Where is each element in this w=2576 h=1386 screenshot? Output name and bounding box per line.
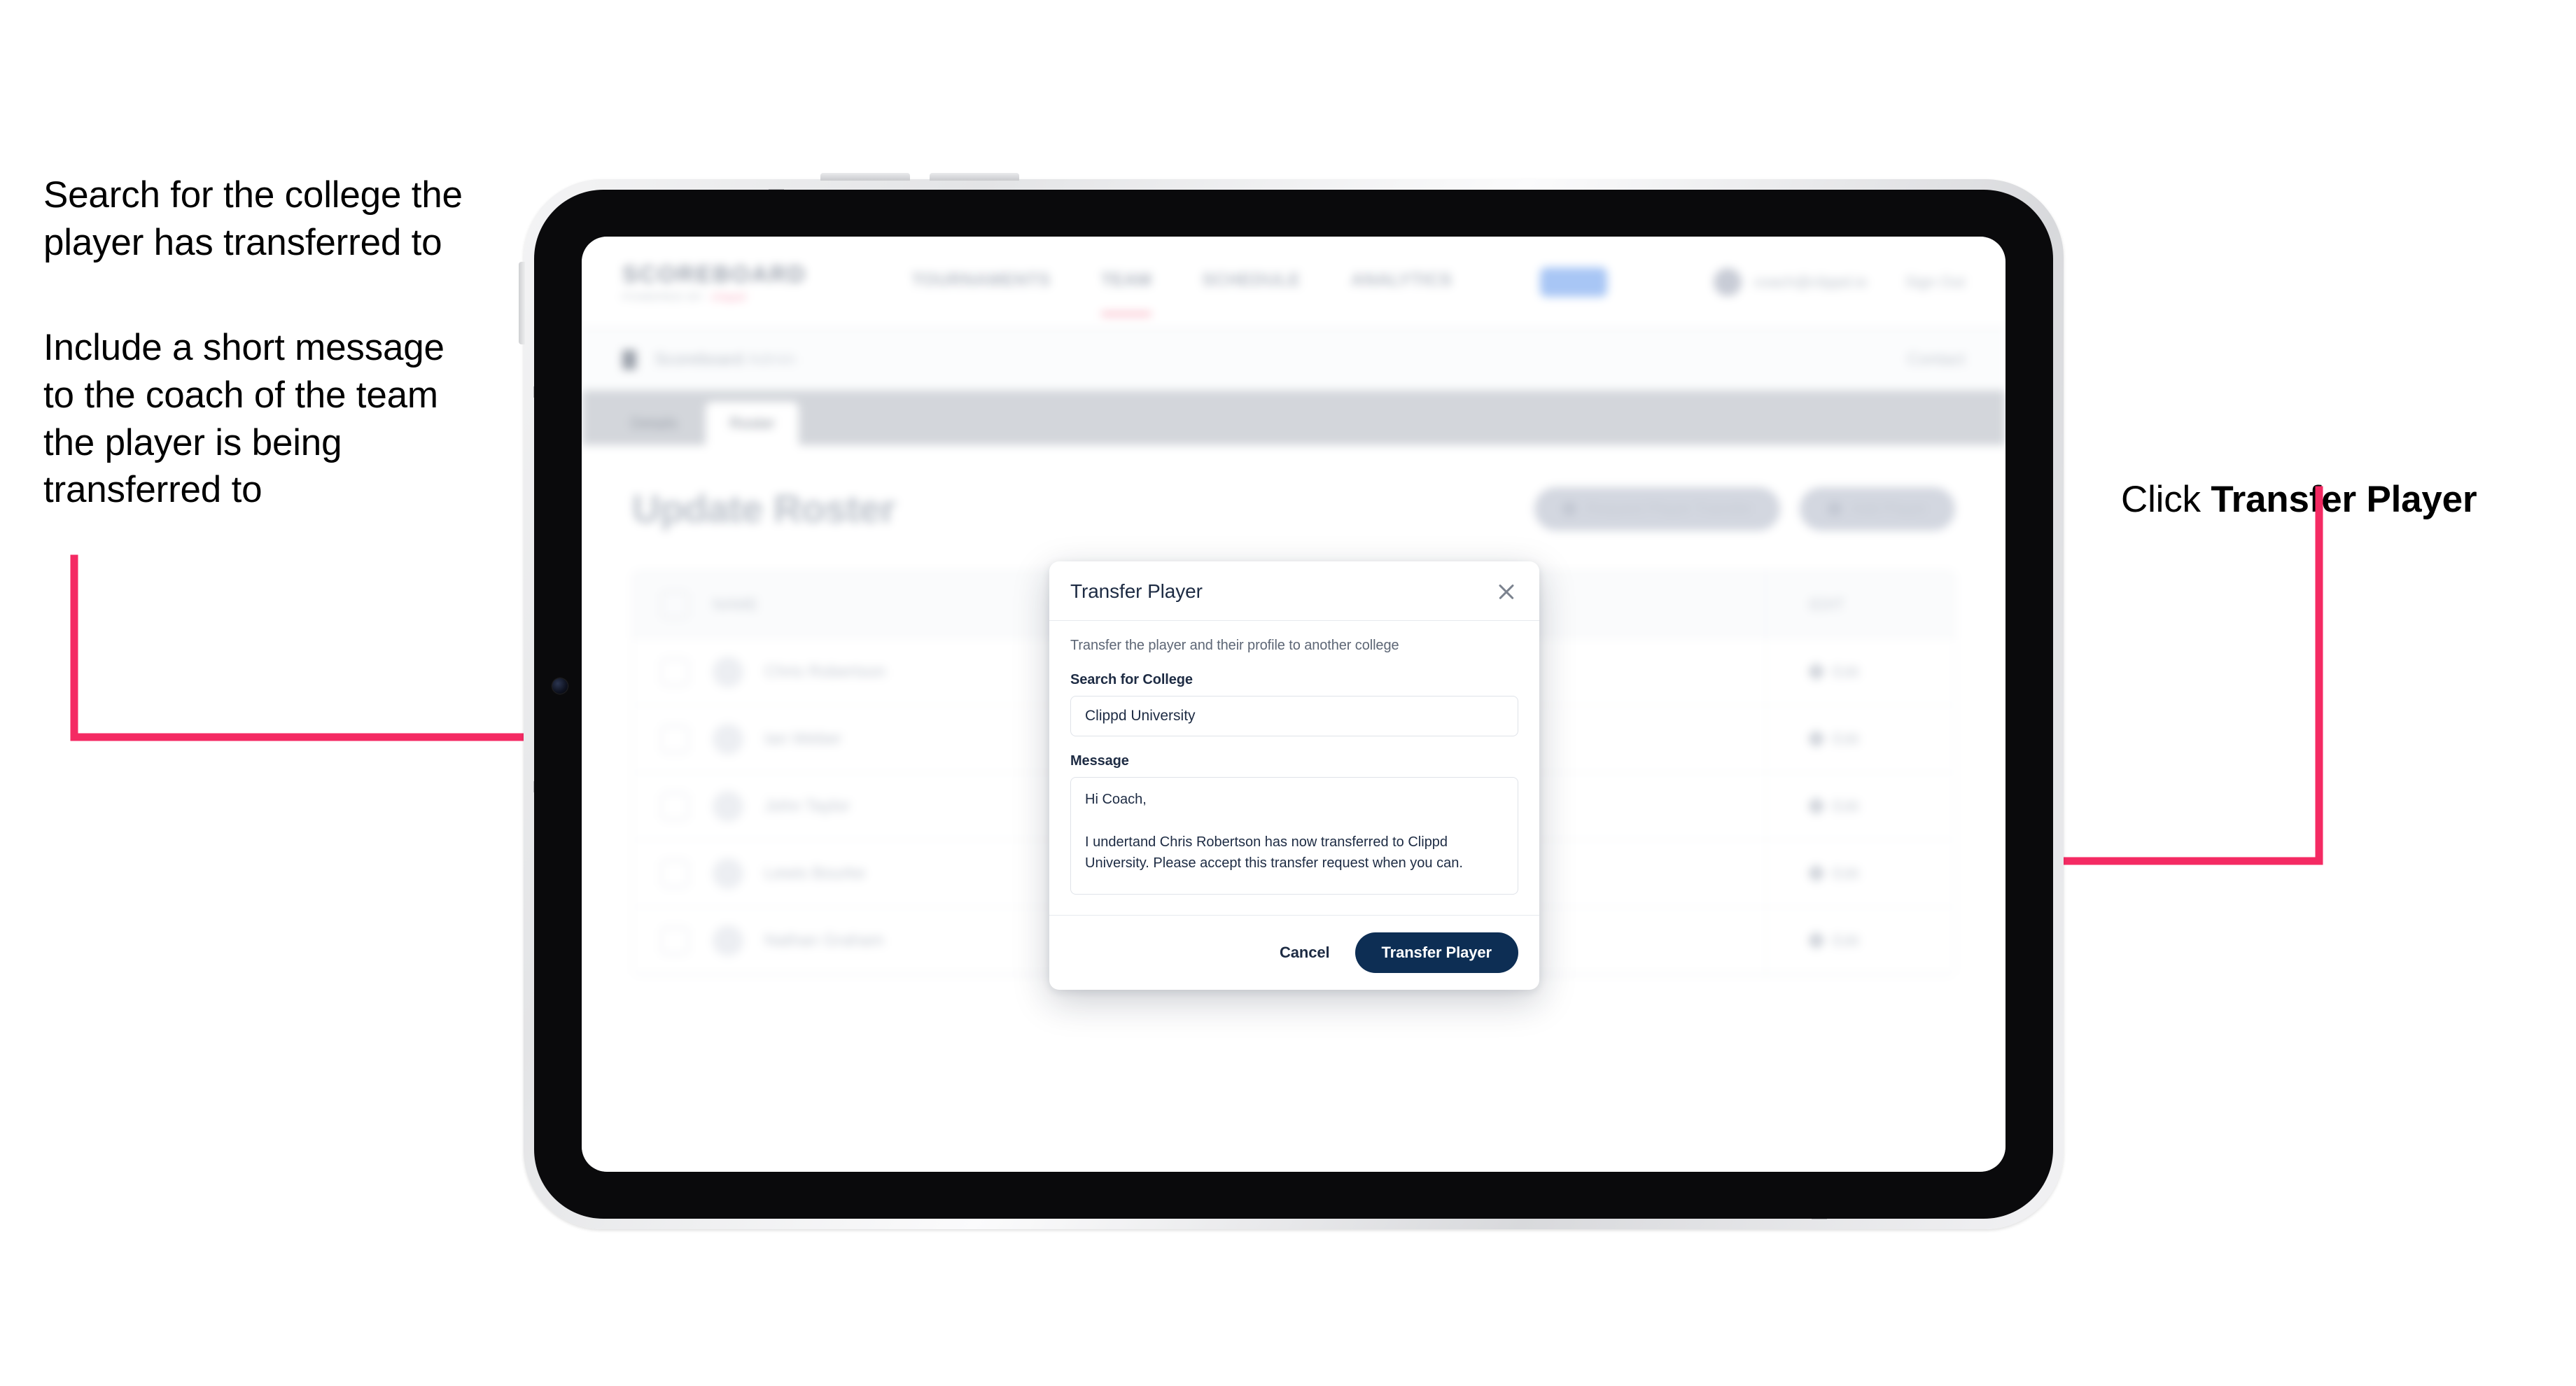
breadcrumb-root: Scoreboard [654,349,744,369]
row-edit-label: Edit [1833,864,1859,882]
search-college-input[interactable] [1070,696,1518,736]
column-header-edit: EDIT [1765,571,1926,638]
player-name: Nathan Graham [764,930,884,950]
breadcrumb-text[interactable]: Scoreboard Admin [654,350,796,370]
select-all-checkbox[interactable] [661,590,689,619]
avatar [713,925,743,956]
row-edit-button[interactable]: Edit [1765,773,1926,839]
row-edit-label: Edit [1833,729,1859,748]
avatar[interactable] [1713,268,1742,296]
row-checkbox[interactable] [661,657,689,686]
screenshot-stage: Search for the college the player has tr… [0,0,2576,1386]
row-checkbox[interactable] [661,792,689,820]
volume-down-button[interactable] [930,173,1019,181]
row-edit-button[interactable]: Edit [1765,638,1926,705]
pencil-icon [1807,729,1826,748]
message-field-label: Message [1070,753,1129,769]
annotation-click-transfer: Click Transfer Player [2121,476,2555,524]
player-name: Chris Robertson [764,662,886,681]
page-action-buttons: Request Player Transfer Add Player [1534,486,1955,531]
cancel-button[interactable]: Cancel [1277,938,1333,967]
request-transfer-label: Request Player Transfer [1586,499,1753,517]
row-checkbox[interactable] [661,859,689,888]
front-camera-icon [552,678,568,694]
nav-user-email: coach@clippd.io [1754,273,1868,290]
breadcrumb-current: Admin [747,349,797,369]
player-name: Lewis Bourke [764,863,866,883]
row-edit-label: Edit [1833,797,1859,815]
request-player-transfer-button[interactable]: Request Player Transfer [1534,486,1781,531]
nav-link-tournaments[interactable]: TOURNAMENTS [911,270,1050,295]
row-checkbox[interactable] [661,724,689,753]
tablet-device-mockup: SCOREBOARD POWERED BY clippd TOURNAMENTS… [519,173,2064,1229]
annotation-include-message: Include a short message to the coach of … [43,327,444,511]
row-edit-button[interactable]: Edit [1765,907,1926,974]
row-edit-button[interactable]: Edit [1765,706,1926,772]
transfer-icon [1562,501,1577,516]
player-name: Ian Weber [764,729,842,748]
navbar-right: coach@clippd.io Sign Out [1713,268,1965,296]
nav-cta-pill[interactable] [1540,267,1608,297]
device-screen: SCOREBOARD POWERED BY clippd TOURNAMENTS… [582,237,2005,1172]
column-header-name: NAME [713,595,759,613]
breadcrumb-icon [622,349,636,370]
modal-title: Transfer Player [1070,580,1203,602]
annotation-search-college: Search for the college the player has tr… [43,174,463,263]
avatar [713,790,743,822]
navbar-links: TOURNAMENTS TEAM SCHEDULE ANALYTICS [911,267,1608,316]
row-edit-label: Edit [1833,662,1859,680]
player-name: John Taylor [764,796,850,816]
brand-subline: POWERED BY clippd [622,291,806,303]
transfer-player-button[interactable]: Transfer Player [1354,932,1518,973]
row-edit-label: Edit [1833,931,1859,949]
breadcrumb: Scoreboard Admin Contact [582,329,2005,391]
row-checkbox[interactable] [661,926,689,955]
power-button[interactable] [519,262,525,344]
modal-body: Transfer the player and their profile to… [1049,621,1539,915]
plus-icon [1828,501,1842,516]
brand-logo[interactable]: SCOREBOARD POWERED BY clippd [622,261,806,303]
modal-description: Transfer the player and their profile to… [1070,638,1399,653]
pencil-icon [1807,797,1826,816]
nav-link-team[interactable]: TEAM [1100,270,1152,316]
add-player-button[interactable]: Add Player [1800,486,1955,531]
brand-sub-mark: clippd [710,291,746,303]
tab-details[interactable]: Details [607,402,701,445]
annotation-click-prefix: Click [2121,479,2211,520]
college-field-label: Search for College [1070,672,1193,687]
pencil-icon [1807,864,1826,883]
add-player-label: Add Player [1851,499,1927,517]
volume-up-button[interactable] [820,173,910,181]
nav-link-analytics[interactable]: ANALYTICS [1351,270,1452,295]
row-edit-button[interactable]: Edit [1765,840,1926,906]
annotation-click-bold: Transfer Player [2211,479,2477,520]
brand-wordmark: SCOREBOARD [622,261,807,287]
breadcrumb-right-link[interactable]: Contact [1907,350,1965,370]
transfer-player-modal: Transfer Player Transfer the player and … [1049,561,1539,990]
app-navbar: SCOREBOARD POWERED BY clippd TOURNAMENTS… [582,237,2005,329]
modal-footer: Cancel Transfer Player [1049,915,1539,990]
tab-roster[interactable]: Roster [706,402,799,445]
avatar [713,656,743,687]
avatar [713,858,743,889]
pencil-icon [1807,931,1826,950]
close-icon[interactable] [1494,580,1518,603]
tab-bar: Details Roster [582,391,2005,445]
pencil-icon [1807,662,1826,681]
page-title: Update Roster [632,486,896,531]
nav-link-schedule[interactable]: SCHEDULE [1202,270,1301,295]
modal-header: Transfer Player [1049,561,1539,621]
avatar [713,723,743,755]
message-textarea[interactable]: Hi Coach, I undertand Chris Robertson ha… [1070,777,1518,895]
page-header: Update Roster Request Player Transfer Ad… [632,486,1955,531]
sign-out-button[interactable]: Sign Out [1905,273,1965,291]
brand-sub-text: POWERED BY [622,291,705,303]
